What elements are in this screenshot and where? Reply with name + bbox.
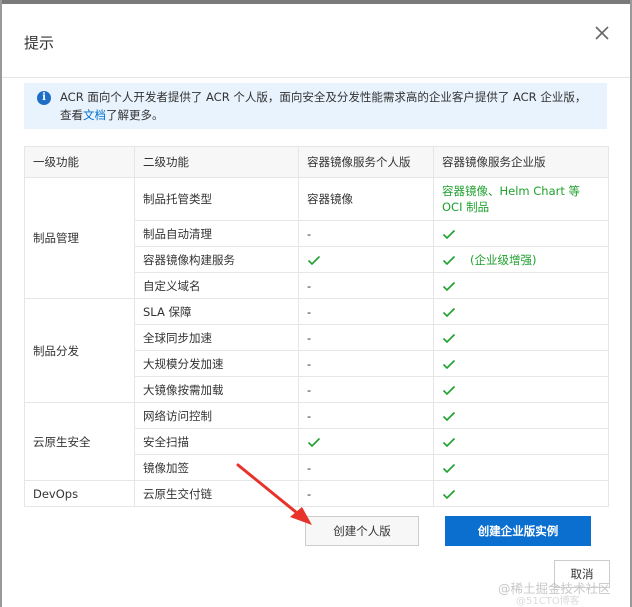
group-cell: 制品分发 [24, 298, 135, 403]
enterprise-cell: 容器镜像、Helm Chart 等 OCI 制品 [433, 177, 609, 221]
personal-cell [298, 428, 434, 455]
enterprise-cell [433, 376, 609, 403]
check-icon [442, 229, 456, 240]
feature-cell: 制品托管类型 [134, 177, 299, 221]
check-icon [442, 281, 456, 292]
docs-link[interactable]: 文档 [83, 108, 106, 122]
check-icon [442, 385, 456, 396]
create-enterprise-button[interactable]: 创建企业版实例 [445, 516, 591, 546]
enterprise-cell [433, 428, 609, 455]
personal-cell [298, 246, 434, 273]
personal-cell: - [298, 376, 434, 403]
check-icon [442, 359, 456, 370]
cell-text: 容器镜像 [307, 192, 353, 206]
close-icon[interactable] [591, 22, 613, 44]
table-header-row: 一级功能 二级功能 容器镜像服务个人版 容器镜像服务企业版 [24, 146, 609, 178]
column-header: 一级功能 [24, 146, 135, 178]
check-icon [442, 437, 456, 448]
feature-cell: 自定义域名 [134, 272, 299, 299]
check-icon [307, 255, 321, 266]
cell-text: - [307, 226, 312, 241]
personal-cell: - [298, 350, 434, 377]
enterprise-cell [433, 324, 609, 351]
feature-cell: 容器镜像构建服务 [134, 246, 299, 273]
group-cell: 云原生安全 [24, 402, 135, 481]
check-icon [442, 333, 456, 344]
group-cell: 制品管理 [24, 177, 135, 299]
table-row: 云原生安全 网络访问控制 - [24, 402, 609, 481]
cell-text: - [307, 382, 312, 397]
check-icon [442, 489, 456, 500]
personal-cell: - [298, 402, 434, 429]
feature-cell: 制品自动清理 [134, 220, 299, 247]
check-icon [442, 255, 456, 266]
feature-comparison-table: 一级功能 二级功能 容器镜像服务个人版 容器镜像服务企业版 制品管理 制品托管类型… [24, 146, 609, 507]
notice-text-after: 了解更多。 [106, 108, 164, 122]
table-row: 制品管理 制品托管类型 容器镜像 容器镜像、Helm Chart 等 OCI 制品 [24, 177, 609, 299]
info-icon: i [37, 91, 51, 105]
personal-cell: - [298, 272, 434, 299]
check-icon [442, 411, 456, 422]
check-icon [307, 437, 321, 448]
prompt-dialog: 提示 i ACR 面向个人开发者提供了 ACR 个人版，面向安全及分发性能需求高… [2, 4, 630, 607]
feature-cell: 大规模分发加速 [134, 350, 299, 377]
cell-text: - [307, 356, 312, 371]
column-header: 二级功能 [134, 146, 299, 178]
info-notice: i ACR 面向个人开发者提供了 ACR 个人版，面向安全及分发性能需求高的企业… [24, 83, 607, 129]
check-icon [442, 463, 456, 474]
enterprise-cell [433, 350, 609, 377]
column-header: 容器镜像服务个人版 [298, 146, 434, 178]
feature-cell: 网络访问控制 [134, 402, 299, 429]
feature-cell: 全球同步加速 [134, 324, 299, 351]
enterprise-cell: (企业级增强) [433, 246, 609, 273]
watermark-secondary: @51CTO博客 [516, 596, 580, 607]
enterprise-cell [433, 402, 609, 429]
feature-cell: 大镜像按需加载 [134, 376, 299, 403]
enterprise-cell [433, 480, 609, 507]
personal-cell: - [298, 324, 434, 351]
enterprise-cell [433, 298, 609, 325]
feature-cell: 安全扫描 [134, 428, 299, 455]
personal-cell: - [298, 298, 434, 325]
cell-text: 容器镜像、Helm Chart 等 OCI 制品 [442, 184, 581, 214]
create-personal-button[interactable]: 创建个人版 [305, 516, 419, 546]
annotation-arrow [236, 463, 312, 525]
enterprise-cell [433, 454, 609, 481]
enterprise-note: (企业级增强) [470, 252, 537, 267]
group-cell: DevOps [24, 480, 135, 507]
personal-cell: - [298, 220, 434, 247]
table-row: 制品分发 SLA 保障 - [24, 298, 609, 403]
feature-cell: SLA 保障 [134, 298, 299, 325]
header-divider [2, 77, 630, 78]
enterprise-cell [433, 272, 609, 299]
cell-text: - [307, 278, 312, 293]
personal-cell: 容器镜像 [298, 177, 434, 221]
cell-text: - [307, 408, 312, 423]
cell-text: - [307, 330, 312, 345]
enterprise-cell [433, 220, 609, 247]
cell-text: - [307, 304, 312, 319]
dialog-title: 提示 [24, 34, 55, 52]
column-header: 容器镜像服务企业版 [433, 146, 609, 178]
check-icon [442, 307, 456, 318]
